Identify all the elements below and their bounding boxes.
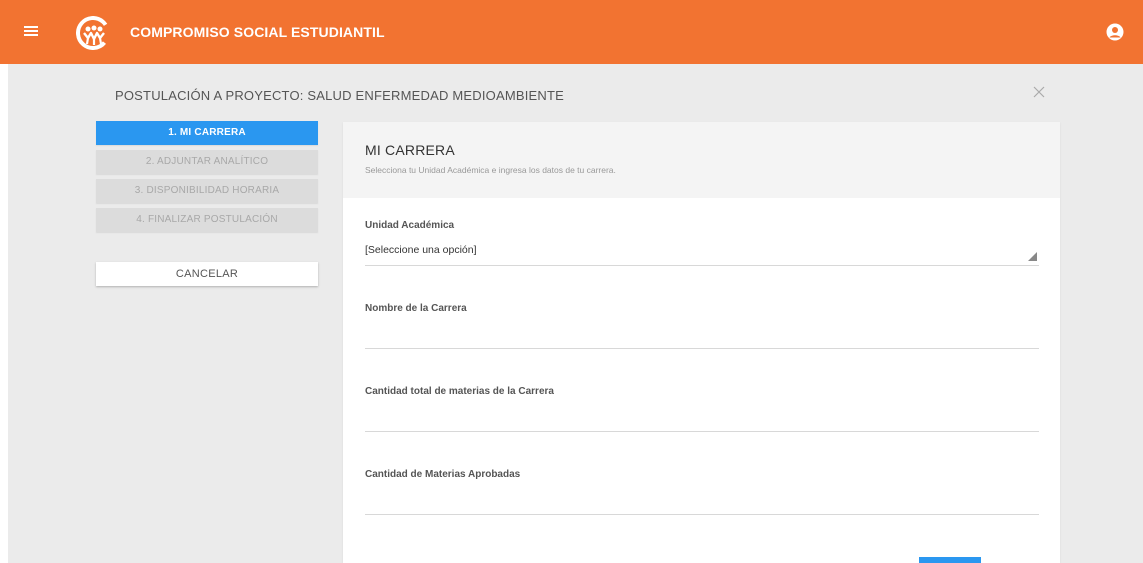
nombre-carrera-input[interactable]	[365, 325, 1039, 347]
step-disponibilidad-horaria[interactable]: 3. DISPONIBILIDAD HORARIA	[96, 179, 318, 203]
cantidad-aprobadas-underline	[365, 514, 1039, 515]
card-header: MI CARRERA Selecciona tu Unidad Académic…	[343, 122, 1060, 198]
nombre-carrera-label: Nombre de la Carrera	[365, 303, 467, 314]
card-subtitle: Selecciona tu Unidad Académica e ingresa…	[365, 165, 616, 175]
unidad-academica-select[interactable]: [Seleccione una opción]	[365, 244, 1039, 262]
next-button[interactable]	[919, 557, 981, 563]
card-title: MI CARRERA	[365, 142, 455, 158]
unidad-academica-underline	[365, 265, 1039, 266]
top-app-bar: COMPROMISO SOCIAL ESTUDIANTIL	[0, 0, 1143, 64]
cantidad-total-underline	[365, 431, 1039, 432]
unidad-academica-label: Unidad Académica	[365, 220, 455, 231]
step-finalizar-postulacion[interactable]: 4. FINALIZAR POSTULACIÓN	[96, 208, 318, 232]
page-title: POSTULACIÓN A PROYECTO: SALUD ENFERMEDAD…	[115, 88, 565, 103]
step-mi-carrera[interactable]: 1. MI CARRERA	[96, 121, 318, 145]
form-card: MI CARRERA Selecciona tu Unidad Académic…	[343, 122, 1060, 563]
cantidad-total-input[interactable]	[365, 408, 1039, 430]
dropdown-arrow-icon	[1028, 252, 1037, 261]
stepper: 1. MI CARRERA 2. ADJUNTAR ANALÍTICO 3. D…	[96, 121, 318, 237]
cancel-button[interactable]: CANCELAR	[96, 262, 318, 286]
cantidad-aprobadas-label: Cantidad de Materias Aprobadas	[365, 469, 521, 480]
cantidad-total-label: Cantidad total de materias de la Carrera	[365, 386, 554, 397]
app-title: COMPROMISO SOCIAL ESTUDIANTIL	[130, 24, 385, 40]
account-circle-icon[interactable]	[1106, 23, 1124, 41]
logo-icon	[76, 16, 110, 50]
nombre-carrera-underline	[365, 348, 1039, 349]
close-icon[interactable]	[1031, 84, 1047, 100]
step-adjuntar-analitico[interactable]: 2. ADJUNTAR ANALÍTICO	[96, 150, 318, 174]
cantidad-aprobadas-input[interactable]	[365, 491, 1039, 513]
hamburger-menu-icon[interactable]	[22, 24, 40, 40]
